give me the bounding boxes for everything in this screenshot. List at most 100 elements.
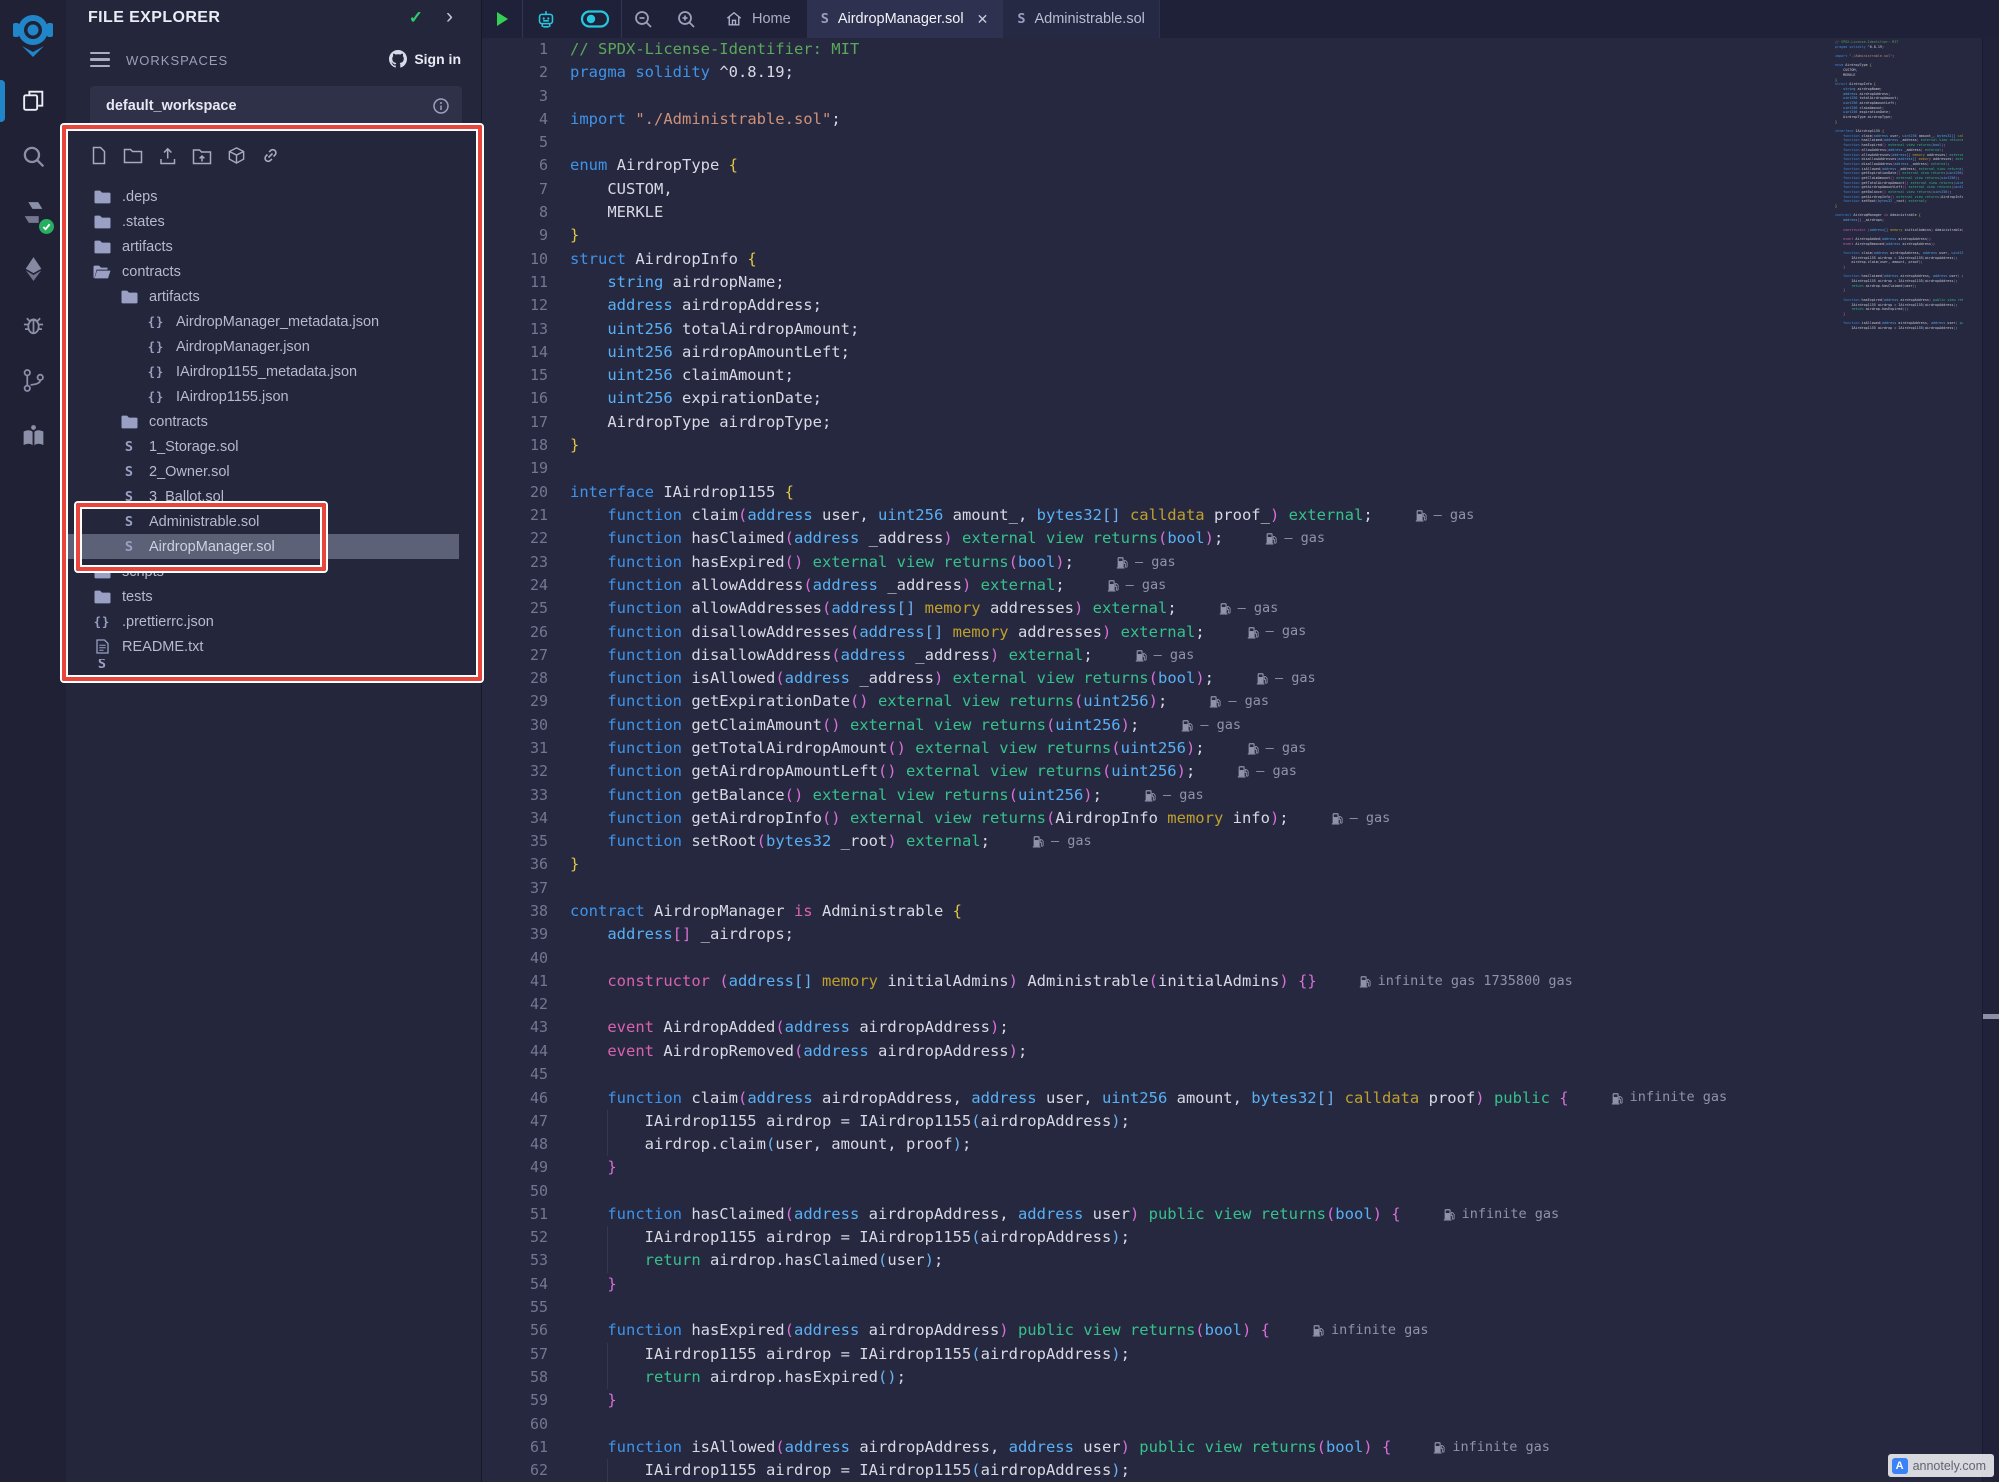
tree-item-partial[interactable]: S: [66, 659, 459, 669]
code-line-23[interactable]: 23 function hasExpired() external view r…: [482, 551, 1982, 574]
scrollbar-marker[interactable]: [1983, 1014, 1999, 1019]
code-line-57[interactable]: 57 IAirdrop1155 airdrop = IAirdrop1155(a…: [482, 1343, 1982, 1366]
code-line-42[interactable]: 42: [482, 993, 1982, 1016]
scrollbar-track[interactable]: [1982, 38, 1999, 1482]
sign-in-button[interactable]: Sign in: [388, 49, 461, 69]
code-line-46[interactable]: 46 function claim(address airdropAddress…: [482, 1086, 1982, 1109]
new-file-icon[interactable]: [90, 146, 108, 170]
tree-item-artifacts[interactable]: artifacts: [66, 284, 459, 309]
code-line-31[interactable]: 31 function getTotalAirdropAmount() exte…: [482, 737, 1982, 760]
code-line-10[interactable]: 10struct AirdropInfo {: [482, 248, 1982, 271]
remix-logo-icon[interactable]: [0, 0, 66, 72]
tree-item-tests[interactable]: tests: [66, 584, 459, 609]
solidity-compiler-icon[interactable]: [0, 184, 66, 240]
code-line-13[interactable]: 13 uint256 totalAirdropAmount;: [482, 318, 1982, 341]
code-line-6[interactable]: 6enum AirdropType {: [482, 154, 1982, 177]
upload-file-icon[interactable]: [158, 146, 177, 170]
code-line-38[interactable]: 38contract AirdropManager is Administrab…: [482, 900, 1982, 923]
code-line-45[interactable]: 45: [482, 1063, 1982, 1086]
tree-item-contracts[interactable]: contracts: [66, 259, 459, 284]
code-line-16[interactable]: 16 uint256 expirationDate;: [482, 387, 1982, 410]
code-line-1[interactable]: 1// SPDX-License-Identifier: MIT: [482, 38, 1982, 61]
upload-folder-icon[interactable]: [192, 147, 212, 170]
code-line-30[interactable]: 30 function getClaimAmount() external vi…: [482, 714, 1982, 737]
code-line-40[interactable]: 40: [482, 947, 1982, 970]
code-line-15[interactable]: 15 uint256 claimAmount;: [482, 364, 1982, 387]
new-folder-icon[interactable]: [123, 147, 143, 169]
tree-item-IAirdrop1155.json[interactable]: {}IAirdrop1155.json: [66, 384, 459, 409]
code-line-44[interactable]: 44 event AirdropRemoved(address airdropA…: [482, 1040, 1982, 1063]
code-line-12[interactable]: 12 address airdropAddress;: [482, 294, 1982, 317]
code-line-29[interactable]: 29 function getExpirationDate() external…: [482, 690, 1982, 713]
run-script-button[interactable]: [482, 0, 522, 38]
code-editor[interactable]: 1// SPDX-License-Identifier: MIT2pragma …: [482, 38, 1982, 1482]
code-line-17[interactable]: 17 AirdropType airdropType;: [482, 411, 1982, 434]
tree-item-scripts[interactable]: scripts: [66, 559, 459, 584]
code-line-39[interactable]: 39 address[] _airdrops;: [482, 923, 1982, 946]
tree-item-Administrable.sol[interactable]: SAdministrable.sol: [66, 509, 459, 534]
chevron-right-icon[interactable]: ›: [446, 5, 453, 29]
code-line-28[interactable]: 28 function isAllowed(address _address) …: [482, 667, 1982, 690]
code-line-58[interactable]: 58 return airdrop.hasExpired();: [482, 1366, 1982, 1389]
code-line-35[interactable]: 35 function setRoot(bytes32 _root) exter…: [482, 830, 1982, 853]
code-line-54[interactable]: 54 }: [482, 1273, 1982, 1296]
code-line-41[interactable]: 41 constructor (address[] memory initial…: [482, 970, 1982, 993]
tree-item-1_Storage.sol[interactable]: S1_Storage.sol: [66, 434, 459, 459]
close-tab-icon[interactable]: ✕: [977, 11, 989, 28]
code-line-32[interactable]: 32 function getAirdropAmountLeft() exter…: [482, 760, 1982, 783]
tree-item-AirdropManager_metadata.json[interactable]: {}AirdropManager_metadata.json: [66, 309, 459, 334]
tab-Administrable.sol[interactable]: SAdministrable.sol: [1003, 0, 1160, 38]
zoom-out-icon[interactable]: [622, 0, 665, 38]
tab-AirdropManager.sol[interactable]: SAirdropManager.sol✕: [807, 0, 1004, 38]
tree-item-3_Ballot.sol[interactable]: S3_Ballot.sol: [66, 484, 459, 509]
code-line-2[interactable]: 2pragma solidity ^0.8.19;: [482, 61, 1982, 84]
code-line-33[interactable]: 33 function getBalance() external view r…: [482, 784, 1982, 807]
tree-item-.deps[interactable]: .deps: [66, 184, 459, 209]
tree-item-2_Owner.sol[interactable]: S2_Owner.sol: [66, 459, 459, 484]
code-line-49[interactable]: 49 }: [482, 1156, 1982, 1179]
deploy-run-icon[interactable]: [0, 240, 66, 296]
remix-ai-icon[interactable]: [523, 0, 569, 38]
code-line-51[interactable]: 51 function hasClaimed(address airdropAd…: [482, 1203, 1982, 1226]
code-line-52[interactable]: 52 IAirdrop1155 airdrop = IAirdrop1155(a…: [482, 1226, 1982, 1249]
tree-item-contracts[interactable]: contracts: [66, 409, 459, 434]
code-line-24[interactable]: 24 function allowAddress(address _addres…: [482, 574, 1982, 597]
code-line-59[interactable]: 59 }: [482, 1389, 1982, 1412]
code-line-61[interactable]: 61 function isAllowed(address airdropAdd…: [482, 1436, 1982, 1459]
code-line-53[interactable]: 53 return airdrop.hasClaimed(user);: [482, 1249, 1982, 1272]
workspace-select[interactable]: default_workspace: [90, 86, 462, 126]
learneth-icon[interactable]: [0, 408, 66, 464]
zoom-in-icon[interactable]: [665, 0, 708, 38]
tree-item-.states[interactable]: .states: [66, 209, 459, 234]
tree-item-AirdropManager.json[interactable]: {}AirdropManager.json: [66, 334, 459, 359]
tree-item-AirdropManager.sol[interactable]: SAirdropManager.sol: [66, 534, 459, 559]
code-line-25[interactable]: 25 function allowAddresses(address[] mem…: [482, 597, 1982, 620]
code-line-8[interactable]: 8 MERKLE: [482, 201, 1982, 224]
code-line-50[interactable]: 50: [482, 1180, 1982, 1203]
tree-item-README.txt[interactable]: README.txt: [66, 634, 459, 659]
home-tab[interactable]: Home: [708, 0, 807, 38]
code-line-3[interactable]: 3: [482, 85, 1982, 108]
file-explorer-icon[interactable]: [0, 72, 66, 128]
code-line-5[interactable]: 5: [482, 131, 1982, 154]
code-line-43[interactable]: 43 event AirdropAdded(address airdropAdd…: [482, 1016, 1982, 1039]
code-line-60[interactable]: 60: [482, 1413, 1982, 1436]
code-line-48[interactable]: 48 airdrop.claim(user, amount, proof);: [482, 1133, 1982, 1156]
code-line-7[interactable]: 7 CUSTOM,: [482, 178, 1982, 201]
tree-item-.prettierrc.json[interactable]: {}.prettierrc.json: [66, 609, 459, 634]
debugger-icon[interactable]: [0, 296, 66, 352]
code-line-11[interactable]: 11 string airdropName;: [482, 271, 1982, 294]
minimap[interactable]: // SPDX-License-Identifier: MITpragma so…: [1835, 40, 1963, 432]
code-line-18[interactable]: 18}: [482, 434, 1982, 457]
code-line-9[interactable]: 9}: [482, 224, 1982, 247]
git-icon[interactable]: [0, 352, 66, 408]
code-line-56[interactable]: 56 function hasExpired(address airdropAd…: [482, 1319, 1982, 1342]
workspaces-menu-icon[interactable]: [90, 52, 110, 71]
search-icon[interactable]: [0, 128, 66, 184]
import-ipfs-icon[interactable]: [227, 146, 246, 170]
ai-toggle[interactable]: [569, 0, 621, 38]
code-line-22[interactable]: 22 function hasClaimed(address _address)…: [482, 527, 1982, 550]
code-line-55[interactable]: 55: [482, 1296, 1982, 1319]
import-url-icon[interactable]: [261, 146, 280, 170]
code-line-27[interactable]: 27 function disallowAddress(address _add…: [482, 644, 1982, 667]
